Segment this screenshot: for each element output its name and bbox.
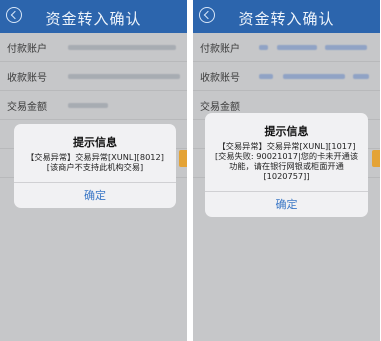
dialog-confirm-button[interactable]: 确定 xyxy=(14,182,176,208)
screen-right: 资金转入确认 付款账户 收款账号 交易金额 提示信息 【交易异常】交易异常[XU… xyxy=(193,0,380,341)
payer-account-label: 付款账户 xyxy=(200,44,240,55)
amount-label: 交易金额 xyxy=(200,102,240,113)
amount-value-redacted xyxy=(68,103,108,108)
payee-account-label: 收款账号 xyxy=(200,73,240,84)
dialog-title: 提示信息 xyxy=(73,136,117,149)
orange-button-edge[interactable] xyxy=(179,150,187,167)
payee-account-value-redacted xyxy=(68,74,180,79)
alert-dialog: 提示信息 【交易异常】交易异常[XUNL][1017][交易失败: 900210… xyxy=(205,113,368,217)
amount-label: 交易金额 xyxy=(7,102,47,113)
payee-account-value-redacted xyxy=(283,74,345,79)
screen-left: 资金转入确认 付款账户 收款账号 交易金额 提示信息 【交易异常】交易异常[XU… xyxy=(0,0,187,341)
payer-account-value-redacted xyxy=(259,45,268,50)
payee-account-label: 收款账号 xyxy=(7,73,47,84)
alert-dialog: 提示信息 【交易异常】交易异常[XUNL][8012][该商户不支持此机构交易]… xyxy=(14,124,176,208)
payer-account-row: 付款账户 xyxy=(193,33,380,62)
payer-account-label: 付款账户 xyxy=(7,44,47,55)
payee-account-value-redacted xyxy=(353,74,369,79)
payer-account-row: 付款账户 xyxy=(0,33,187,62)
payee-account-row: 收款账号 xyxy=(193,62,380,91)
dialog-message: 【交易异常】交易异常[XUNL][8012][该商户不支持此机构交易] xyxy=(26,152,164,172)
payee-account-row: 收款账号 xyxy=(0,62,187,91)
dialog-confirm-button[interactable]: 确定 xyxy=(205,191,368,217)
dialog-message: 【交易异常】交易异常[XUNL][1017][交易失败: 90021017|您的… xyxy=(214,141,359,181)
app-header: 资金转入确认 xyxy=(193,0,380,33)
dialog-title: 提示信息 xyxy=(264,125,309,138)
page-title: 资金转入确认 xyxy=(45,10,142,28)
app-header: 资金转入确认 xyxy=(0,0,187,33)
payer-account-value-redacted xyxy=(277,45,317,50)
payer-account-value-redacted xyxy=(325,45,367,50)
payee-account-value-redacted xyxy=(259,74,273,79)
payer-account-value-redacted xyxy=(68,45,176,50)
amount-row: 交易金额 xyxy=(0,91,187,120)
page-title: 资金转入确认 xyxy=(238,10,335,28)
orange-button-edge[interactable] xyxy=(372,150,380,167)
